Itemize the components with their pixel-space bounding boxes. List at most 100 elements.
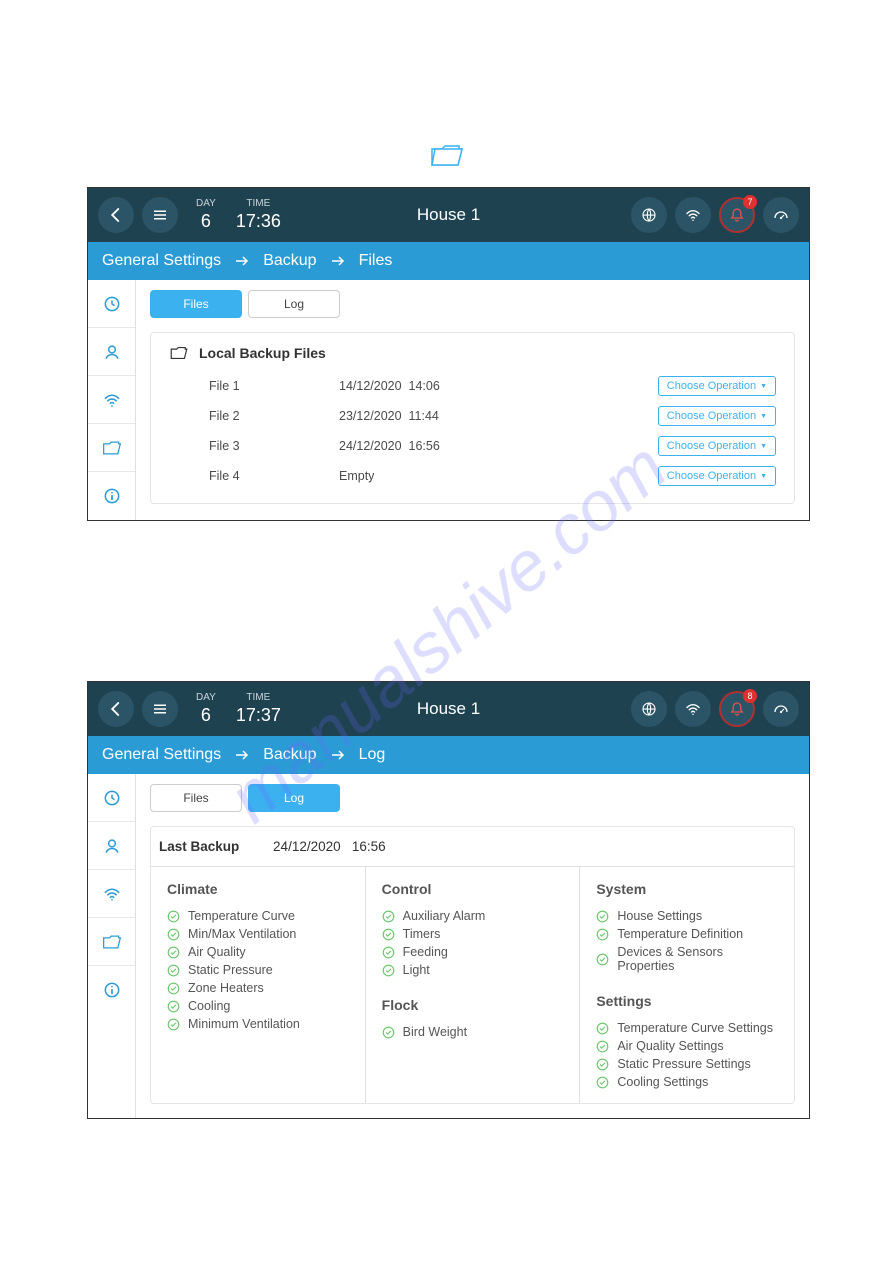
time-value: 17:37	[236, 705, 281, 726]
crumb-1[interactable]: General Settings	[102, 746, 221, 764]
arrow-icon	[331, 749, 345, 761]
menu-button[interactable]	[142, 691, 178, 727]
choose-operation-dropdown[interactable]: Choose Operation	[658, 436, 776, 456]
file-row: File 1 14/12/2020 14:06 Choose Operation	[169, 371, 776, 401]
menu-button[interactable]	[142, 197, 178, 233]
log-panel: Last Backup 24/12/2020 16:56 Climate Tem…	[150, 826, 795, 1104]
log-item: House Settings	[596, 909, 778, 923]
files-panel: Local Backup Files File 1 14/12/2020 14:…	[150, 332, 795, 504]
breadcrumb: General Settings Backup Log	[88, 736, 809, 774]
screen-files: DAY 6 TIME 17:36 House 1 7 General Setting…	[87, 187, 810, 521]
log-item: Static Pressure	[167, 963, 349, 977]
side-wifi-icon[interactable]	[88, 376, 135, 424]
bell-badge: 8	[743, 689, 757, 703]
side-info-icon[interactable]	[88, 472, 135, 520]
side-nav	[88, 280, 136, 520]
crumb-2[interactable]: Backup	[263, 746, 316, 764]
side-user-icon[interactable]	[88, 822, 135, 870]
side-folder-icon[interactable]	[88, 918, 135, 966]
day-label: DAY	[196, 198, 216, 209]
col-title-climate: Climate	[167, 881, 349, 897]
log-item: Temperature Curve	[167, 909, 349, 923]
folder-icon	[169, 346, 189, 360]
choose-operation-dropdown[interactable]: Choose Operation	[658, 406, 776, 426]
tab-files[interactable]: Files	[150, 784, 242, 812]
side-clock-icon[interactable]	[88, 774, 135, 822]
tab-log[interactable]: Log	[248, 290, 340, 318]
side-user-icon[interactable]	[88, 328, 135, 376]
log-item: Min/Max Ventilation	[167, 927, 349, 941]
col-system: System House Settings Temperature Definit…	[579, 867, 794, 1103]
col-title-system: System	[596, 881, 778, 897]
last-backup: Last Backup 24/12/2020 16:56	[151, 827, 794, 854]
wifi-button[interactable]	[675, 691, 711, 727]
bell-button[interactable]: 7	[719, 197, 755, 233]
arrow-icon	[331, 255, 345, 267]
log-item: Zone Heaters	[167, 981, 349, 995]
file-row: File 3 24/12/2020 16:56 Choose Operation	[169, 431, 776, 461]
col-title-flock: Flock	[382, 997, 564, 1013]
crumb-3: Files	[359, 252, 393, 270]
globe-button[interactable]	[631, 691, 667, 727]
log-item: Cooling	[167, 999, 349, 1013]
day-value: 6	[196, 705, 216, 726]
col-climate: Climate Temperature Curve Min/Max Ventila…	[151, 867, 365, 1103]
bell-button[interactable]: 8	[719, 691, 755, 727]
wifi-button[interactable]	[675, 197, 711, 233]
side-clock-icon[interactable]	[88, 280, 135, 328]
col-control: Control Auxiliary Alarm Timers Feeding Ligh…	[365, 867, 580, 1103]
side-info-icon[interactable]	[88, 966, 135, 1014]
log-item: Light	[382, 963, 564, 977]
side-folder-icon[interactable]	[88, 424, 135, 472]
gauge-button[interactable]	[763, 197, 799, 233]
file-name: File 1	[169, 379, 339, 393]
breadcrumb: General Settings Backup Files	[88, 242, 809, 280]
log-item: Timers	[382, 927, 564, 941]
file-name: File 4	[169, 469, 339, 483]
log-item: Temperature Definition	[596, 927, 778, 941]
day-value: 6	[196, 211, 216, 232]
crumb-3: Log	[359, 746, 386, 764]
arrow-icon	[235, 749, 249, 761]
log-item: Air Quality Settings	[596, 1039, 778, 1053]
page-title: House 1	[417, 699, 480, 719]
crumb-1[interactable]: General Settings	[102, 252, 221, 270]
file-row: File 2 23/12/2020 11:44 Choose Operation	[169, 401, 776, 431]
globe-button[interactable]	[631, 197, 667, 233]
arrow-icon	[235, 255, 249, 267]
log-item: Cooling Settings	[596, 1075, 778, 1089]
log-item: Minimum Ventilation	[167, 1017, 349, 1031]
file-row: File 4 Empty Choose Operation	[169, 461, 776, 491]
choose-operation-dropdown[interactable]: Choose Operation	[658, 376, 776, 396]
app-header: DAY 6 TIME 17:37 House 1 8	[88, 682, 809, 736]
col-title-control: Control	[382, 881, 564, 897]
day-label: DAY	[196, 692, 216, 703]
screen-log: DAY 6 TIME 17:37 House 1 8 General Setting…	[87, 681, 810, 1119]
time-value: 17:36	[236, 211, 281, 232]
side-nav	[88, 774, 136, 1118]
folder-icon-top	[87, 145, 806, 172]
col-title-settings: Settings	[596, 993, 778, 1009]
log-item: Devices & Sensors Properties	[596, 945, 778, 973]
gauge-button[interactable]	[763, 691, 799, 727]
tab-files[interactable]: Files	[150, 290, 242, 318]
log-item: Auxiliary Alarm	[382, 909, 564, 923]
file-name: File 3	[169, 439, 339, 453]
back-button[interactable]	[98, 197, 134, 233]
choose-operation-dropdown[interactable]: Choose Operation	[658, 466, 776, 486]
tab-log[interactable]: Log	[248, 784, 340, 812]
time-label: TIME	[236, 198, 281, 209]
app-header: DAY 6 TIME 17:36 House 1 7	[88, 188, 809, 242]
log-item: Bird Weight	[382, 1025, 564, 1039]
page-title: House 1	[417, 205, 480, 225]
back-button[interactable]	[98, 691, 134, 727]
side-wifi-icon[interactable]	[88, 870, 135, 918]
log-item: Air Quality	[167, 945, 349, 959]
crumb-2[interactable]: Backup	[263, 252, 316, 270]
time-label: TIME	[236, 692, 281, 703]
log-item: Feeding	[382, 945, 564, 959]
file-name: File 2	[169, 409, 339, 423]
bell-badge: 7	[743, 195, 757, 209]
log-item: Static Pressure Settings	[596, 1057, 778, 1071]
panel-title: Local Backup Files	[199, 345, 326, 361]
